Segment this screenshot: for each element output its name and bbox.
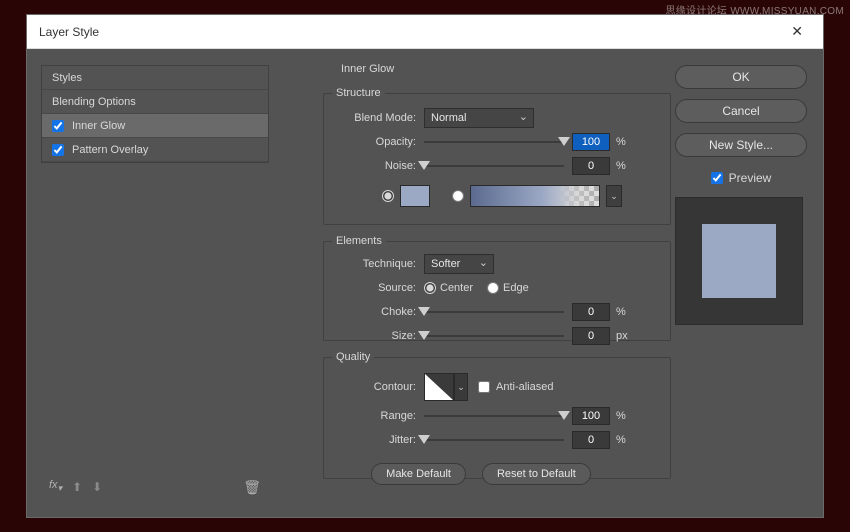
close-icon[interactable]: ✕ xyxy=(783,21,811,42)
blend-mode-select[interactable]: Normal xyxy=(424,108,534,128)
range-input[interactable] xyxy=(572,407,610,425)
inner-glow-checkbox[interactable] xyxy=(52,120,64,132)
range-slider[interactable] xyxy=(424,409,564,423)
contour-label: Contour: xyxy=(324,381,424,393)
trash-icon[interactable]: 🗑 xyxy=(243,479,261,496)
quality-fieldset: Quality Contour: ⌄ Anti-aliased Range: xyxy=(323,351,671,479)
choke-unit: % xyxy=(616,306,636,318)
preview-box xyxy=(675,197,803,325)
styles-header[interactable]: Styles xyxy=(42,66,268,90)
structure-fieldset: Structure Blend Mode: Normal Opacity: xyxy=(323,87,671,225)
elements-fieldset: Elements Technique: Softer Source: Cente… xyxy=(323,235,671,341)
quality-legend: Quality xyxy=(332,351,374,363)
reset-default-button[interactable]: Reset to Default xyxy=(482,463,591,485)
styles-panel: Styles Blending Options Inner Glow Patte… xyxy=(41,65,269,503)
source-center-label: Center xyxy=(440,282,473,294)
source-edge-label: Edge xyxy=(503,282,529,294)
choke-slider[interactable] xyxy=(424,305,564,319)
size-label: Size: xyxy=(324,330,424,342)
preview-label: Preview xyxy=(729,171,772,185)
window-title: Layer Style xyxy=(39,25,99,39)
size-unit: px xyxy=(616,330,636,342)
contour-dropdown-icon[interactable]: ⌄ xyxy=(454,373,468,401)
glow-gradient-swatch[interactable] xyxy=(470,185,600,207)
style-item-pattern-overlay[interactable]: Pattern Overlay xyxy=(42,138,268,162)
gradient-dropdown-icon[interactable]: ⌄ xyxy=(606,185,622,207)
glow-gradient-radio[interactable] xyxy=(452,190,464,202)
source-edge-radio[interactable] xyxy=(487,282,499,294)
blending-options-row[interactable]: Blending Options xyxy=(42,90,268,114)
ok-button[interactable]: OK xyxy=(675,65,807,89)
new-style-button[interactable]: New Style... xyxy=(675,133,807,157)
glow-color-radio[interactable] xyxy=(382,190,394,202)
style-item-label: Inner Glow xyxy=(72,120,125,132)
titlebar: Layer Style ✕ xyxy=(27,15,823,49)
jitter-unit: % xyxy=(616,434,636,446)
style-item-inner-glow[interactable]: Inner Glow xyxy=(42,114,268,138)
move-up-icon[interactable]: ⬆ xyxy=(72,480,82,494)
panel-title: Inner Glow xyxy=(337,63,398,75)
noise-unit: % xyxy=(616,160,636,172)
jitter-input[interactable] xyxy=(572,431,610,449)
size-input[interactable] xyxy=(572,327,610,345)
contour-picker[interactable] xyxy=(424,373,454,401)
dialog-body: Styles Blending Options Inner Glow Patte… xyxy=(27,49,823,517)
elements-legend: Elements xyxy=(332,235,386,247)
source-center-radio[interactable] xyxy=(424,282,436,294)
styles-footer: fx▾ ⬆ ⬇ 🗑 xyxy=(41,475,269,499)
fx-menu-icon[interactable]: fx▾ xyxy=(49,479,62,494)
preview-checkbox[interactable] xyxy=(711,172,723,184)
pattern-overlay-checkbox[interactable] xyxy=(52,144,64,156)
jitter-label: Jitter: xyxy=(324,434,424,446)
range-label: Range: xyxy=(324,410,424,422)
make-default-button[interactable]: Make Default xyxy=(371,463,466,485)
range-unit: % xyxy=(616,410,636,422)
choke-input[interactable] xyxy=(572,303,610,321)
noise-input[interactable] xyxy=(572,157,610,175)
jitter-slider[interactable] xyxy=(424,433,564,447)
right-panel: OK Cancel New Style... Preview xyxy=(675,65,807,325)
preview-swatch xyxy=(702,224,776,298)
noise-label: Noise: xyxy=(324,160,424,172)
opacity-unit: % xyxy=(616,136,636,148)
technique-select[interactable]: Softer xyxy=(424,254,494,274)
antialiased-label: Anti-aliased xyxy=(496,381,553,393)
glow-color-swatch[interactable] xyxy=(400,185,430,207)
technique-label: Technique: xyxy=(324,258,424,270)
source-label: Source: xyxy=(324,282,424,294)
opacity-slider[interactable] xyxy=(424,135,564,149)
opacity-label: Opacity: xyxy=(324,136,424,148)
move-down-icon[interactable]: ⬇ xyxy=(92,480,102,494)
style-item-label: Pattern Overlay xyxy=(72,144,148,156)
opacity-input[interactable] xyxy=(572,133,610,151)
structure-legend: Structure xyxy=(332,87,385,99)
size-slider[interactable] xyxy=(424,329,564,343)
styles-list: Styles Blending Options Inner Glow Patte… xyxy=(41,65,269,163)
blend-mode-label: Blend Mode: xyxy=(324,112,424,124)
settings-panel: Inner Glow Structure Blend Mode: Normal … xyxy=(285,63,677,503)
layer-style-dialog: Layer Style ✕ Styles Blending Options In… xyxy=(26,14,824,518)
cancel-button[interactable]: Cancel xyxy=(675,99,807,123)
choke-label: Choke: xyxy=(324,306,424,318)
antialiased-checkbox[interactable] xyxy=(478,381,490,393)
noise-slider[interactable] xyxy=(424,159,564,173)
